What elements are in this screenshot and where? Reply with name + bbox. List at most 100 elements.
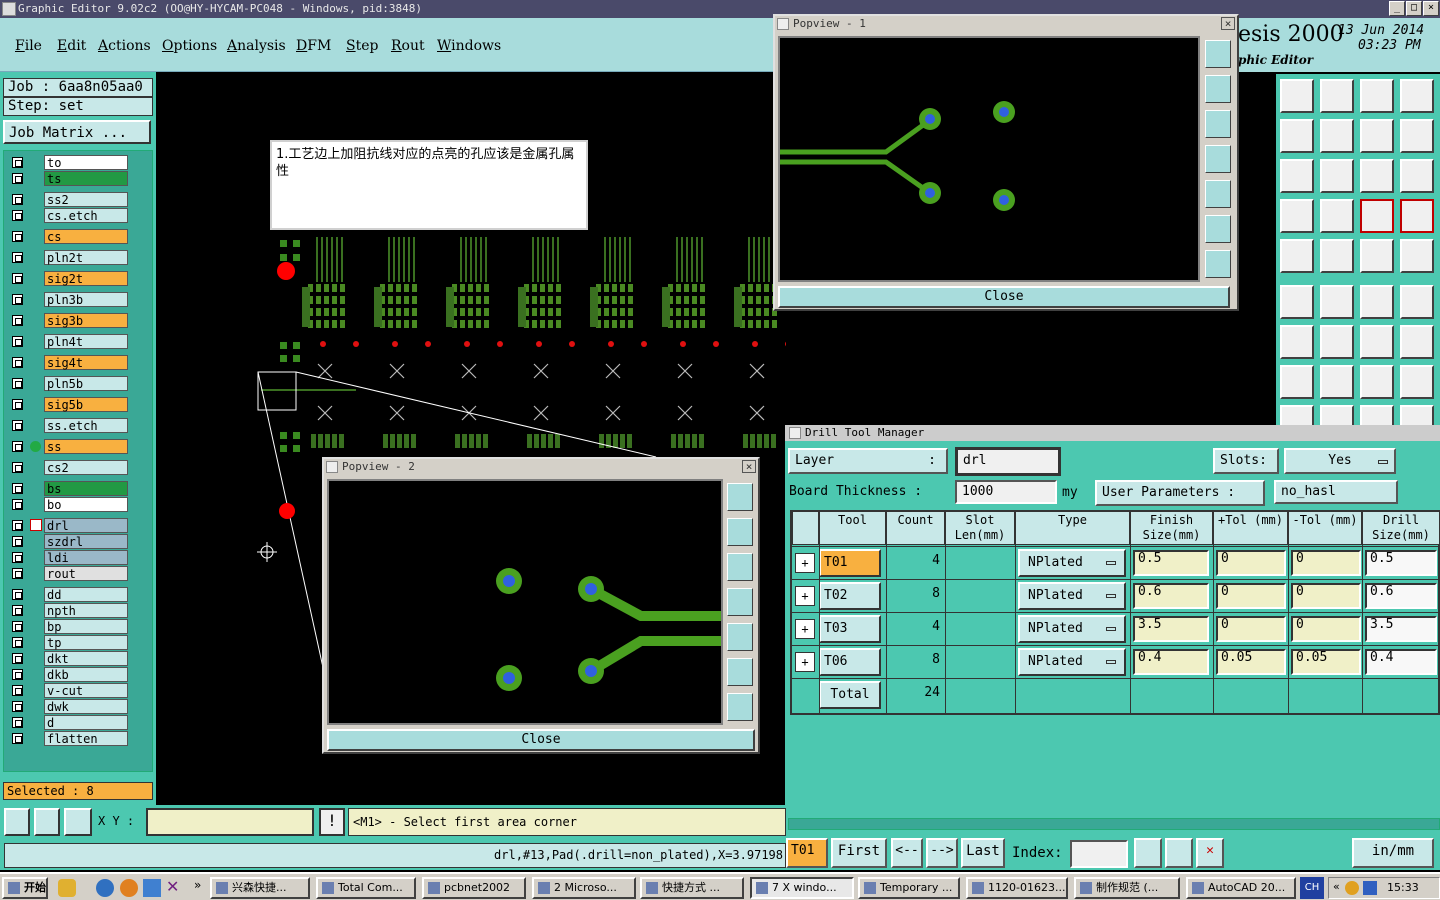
drill-field[interactable]: 0.5 [1365, 550, 1437, 576]
start-button[interactable]: 开始 [2, 877, 48, 899]
dtm-scrollbar[interactable] [788, 818, 1440, 830]
layer-row-pln2t[interactable]: pln2t [10, 250, 128, 265]
feature-select-icon[interactable] [1360, 199, 1394, 233]
first-button[interactable]: First [831, 838, 887, 868]
layer-row-dd[interactable]: dd [10, 587, 128, 602]
pan-left-icon[interactable] [1205, 145, 1231, 173]
user-parameters-field[interactable]: no_hasl [1274, 480, 1398, 504]
ntol-field[interactable]: 0.05 [1291, 649, 1361, 675]
popview-1-close-button[interactable]: Close [778, 286, 1230, 308]
menu-rout[interactable]: Rout [391, 38, 425, 54]
minimize-button[interactable]: _ [1389, 1, 1405, 16]
layer-checkbox[interactable] [12, 520, 23, 531]
measure-icon[interactable] [34, 808, 60, 836]
layer-row-pln5b[interactable]: pln5b [10, 376, 128, 391]
layer-row-bp[interactable]: bp [10, 619, 128, 634]
fit-view-icon[interactable] [1205, 40, 1231, 68]
menu-step[interactable]: Step [346, 38, 378, 54]
layer-row-ss-etch[interactable]: ss.etch [10, 418, 128, 433]
arc-icon[interactable] [1360, 325, 1394, 359]
pad-icon[interactable] [1400, 239, 1434, 273]
taskbar-item[interactable]: 快捷方式 ... [640, 877, 744, 899]
layer-row-sig3b[interactable]: sig3b [10, 313, 128, 328]
layer-row-pln3b[interactable]: pln3b [10, 292, 128, 307]
layer-row-sig5b[interactable]: sig5b [10, 397, 128, 412]
layer-checkbox[interactable] [12, 252, 23, 263]
home-icon[interactable] [1360, 79, 1394, 113]
resize-tool-icon[interactable] [1165, 838, 1193, 868]
next-button[interactable]: --> [926, 838, 958, 868]
menu-dfm[interactable]: DFM [296, 38, 331, 54]
layer-row-pln4t[interactable]: pln4t [10, 334, 128, 349]
target-tool-icon[interactable] [1134, 838, 1162, 868]
layer-checkbox[interactable] [12, 157, 23, 168]
prev-button[interactable]: <-- [891, 838, 923, 868]
layer-checkbox[interactable] [12, 621, 23, 632]
menu-edit[interactable]: Edit [57, 38, 86, 54]
taskbar-item[interactable]: 兴森快捷... [210, 877, 310, 899]
pan-right-icon[interactable] [727, 623, 753, 651]
zoom-in-icon[interactable] [1205, 110, 1231, 138]
popview-2-close-button[interactable]: Close [327, 729, 755, 751]
row-expand-icon[interactable]: + [795, 553, 815, 573]
one-to-one-icon[interactable] [1360, 159, 1394, 193]
more-chevron-icon[interactable]: » [194, 878, 201, 892]
add-arc-icon[interactable] [1400, 285, 1434, 319]
taskbar-item[interactable]: pcbnet2002 [422, 877, 526, 899]
layer-checkbox[interactable] [12, 637, 23, 648]
finish-field[interactable]: 0.6 [1133, 583, 1209, 609]
layer-row-dwk[interactable]: dwk [10, 699, 128, 714]
clock-app-icon[interactable] [120, 879, 138, 897]
layer-checkbox[interactable] [12, 552, 23, 563]
pan-right-icon[interactable] [1320, 119, 1354, 153]
layer-row-cs-etch[interactable]: cs.etch [10, 208, 128, 223]
tool-name[interactable]: T06 [819, 648, 881, 676]
redraw-icon[interactable] [1400, 119, 1434, 153]
maximize-button[interactable]: □ [1406, 1, 1422, 16]
taskbar-item[interactable]: Temporary ... [858, 877, 960, 899]
layer-row-dkb[interactable]: dkb [10, 667, 128, 682]
layer-checkbox[interactable] [12, 315, 23, 326]
type-dropdown[interactable]: NPlated [1018, 582, 1126, 610]
ptol-field[interactable]: 0 [1216, 616, 1286, 642]
layer-checkbox[interactable] [12, 701, 23, 712]
board-thickness-field[interactable]: 1000 [955, 480, 1057, 504]
add-line-icon[interactable] [1320, 239, 1354, 273]
ptol-field[interactable]: 0.05 [1216, 649, 1286, 675]
layer-checkbox[interactable] [12, 210, 23, 221]
tray-icon[interactable] [1363, 881, 1377, 895]
window-icon[interactable] [1400, 79, 1434, 113]
angle-icon[interactable] [1280, 325, 1314, 359]
layer-checkbox[interactable] [12, 605, 23, 616]
layer-row-ss2[interactable]: ss2 [10, 192, 128, 207]
layer-row-sig2t[interactable]: sig2t [10, 271, 128, 286]
cross-icon[interactable] [1320, 285, 1354, 319]
row-expand-icon[interactable]: + [795, 652, 815, 672]
layer-checkbox[interactable] [12, 568, 23, 579]
taskbar-item[interactable]: Total Com... [316, 877, 416, 899]
taskbar-item[interactable]: 1120-01623... [966, 877, 1068, 899]
layer-row-tp[interactable]: tp [10, 635, 128, 650]
drill-field[interactable]: 0.4 [1365, 649, 1437, 675]
zoom-extent-icon[interactable] [727, 658, 753, 686]
drill-field[interactable]: 0.6 [1365, 583, 1437, 609]
layer-checkbox[interactable] [12, 399, 23, 410]
popview-2-close-icon[interactable]: × [742, 460, 756, 473]
quick-launch-icon[interactable] [58, 879, 76, 897]
layer-checkbox[interactable] [12, 378, 23, 389]
grid-icon[interactable] [1320, 199, 1354, 233]
tool-name[interactable]: T03 [819, 615, 881, 643]
layer-checkbox[interactable] [12, 536, 23, 547]
snap-icon[interactable] [1280, 199, 1314, 233]
row-expand-icon[interactable]: + [795, 586, 815, 606]
layer-checkbox[interactable] [12, 685, 23, 696]
grid-snap-icon[interactable] [64, 808, 92, 836]
net-icon[interactable] [1280, 285, 1314, 319]
finish-field[interactable]: 0.4 [1133, 649, 1209, 675]
tray-expand-icon[interactable]: « [1333, 880, 1340, 893]
layer-row-dkt[interactable]: dkt [10, 651, 128, 666]
layer-row-ldi[interactable]: ldi [10, 550, 128, 565]
type-dropdown[interactable]: NPlated [1018, 549, 1126, 577]
add-pad-icon[interactable] [1280, 239, 1314, 273]
zoom-home-icon[interactable] [1280, 79, 1314, 113]
